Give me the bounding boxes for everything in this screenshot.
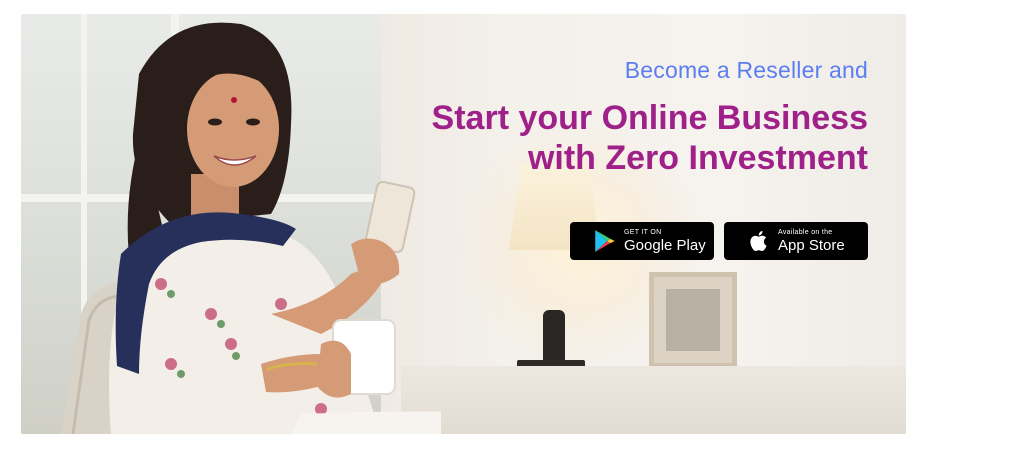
main-title-line-1: Start your Online Business — [431, 99, 868, 137]
google-play-icon — [595, 230, 615, 252]
google-play-button[interactable]: GET IT ON Google Play — [570, 222, 714, 260]
store-buttons: GET IT ON Google Play Available on the A… — [570, 222, 868, 260]
app-store-button[interactable]: Available on the App Store — [724, 222, 868, 260]
app-store-text: Available on the App Store — [778, 229, 845, 253]
app-store-small-text: Available on the — [778, 229, 833, 236]
lamp-base — [543, 310, 565, 366]
sideboard — [401, 366, 906, 434]
subtitle: Become a Reseller and — [624, 57, 868, 83]
reseller-banner: Become a Reseller and Start your Online … — [21, 14, 906, 434]
apple-icon — [750, 231, 767, 251]
app-store-label: App Store — [778, 237, 845, 254]
photo-frame — [649, 272, 737, 368]
woman-with-phone-illustration — [61, 22, 441, 434]
headline-block: Become a Reseller and Start your Online … — [432, 56, 868, 178]
google-play-small-text: GET IT ON — [624, 229, 662, 236]
google-play-text: GET IT ON Google Play — [624, 229, 706, 253]
main-title: Start your Online Business with Zero Inv… — [432, 98, 868, 178]
google-play-label: Google Play — [624, 237, 706, 254]
main-title-line-2: with Zero Investment — [527, 139, 868, 177]
